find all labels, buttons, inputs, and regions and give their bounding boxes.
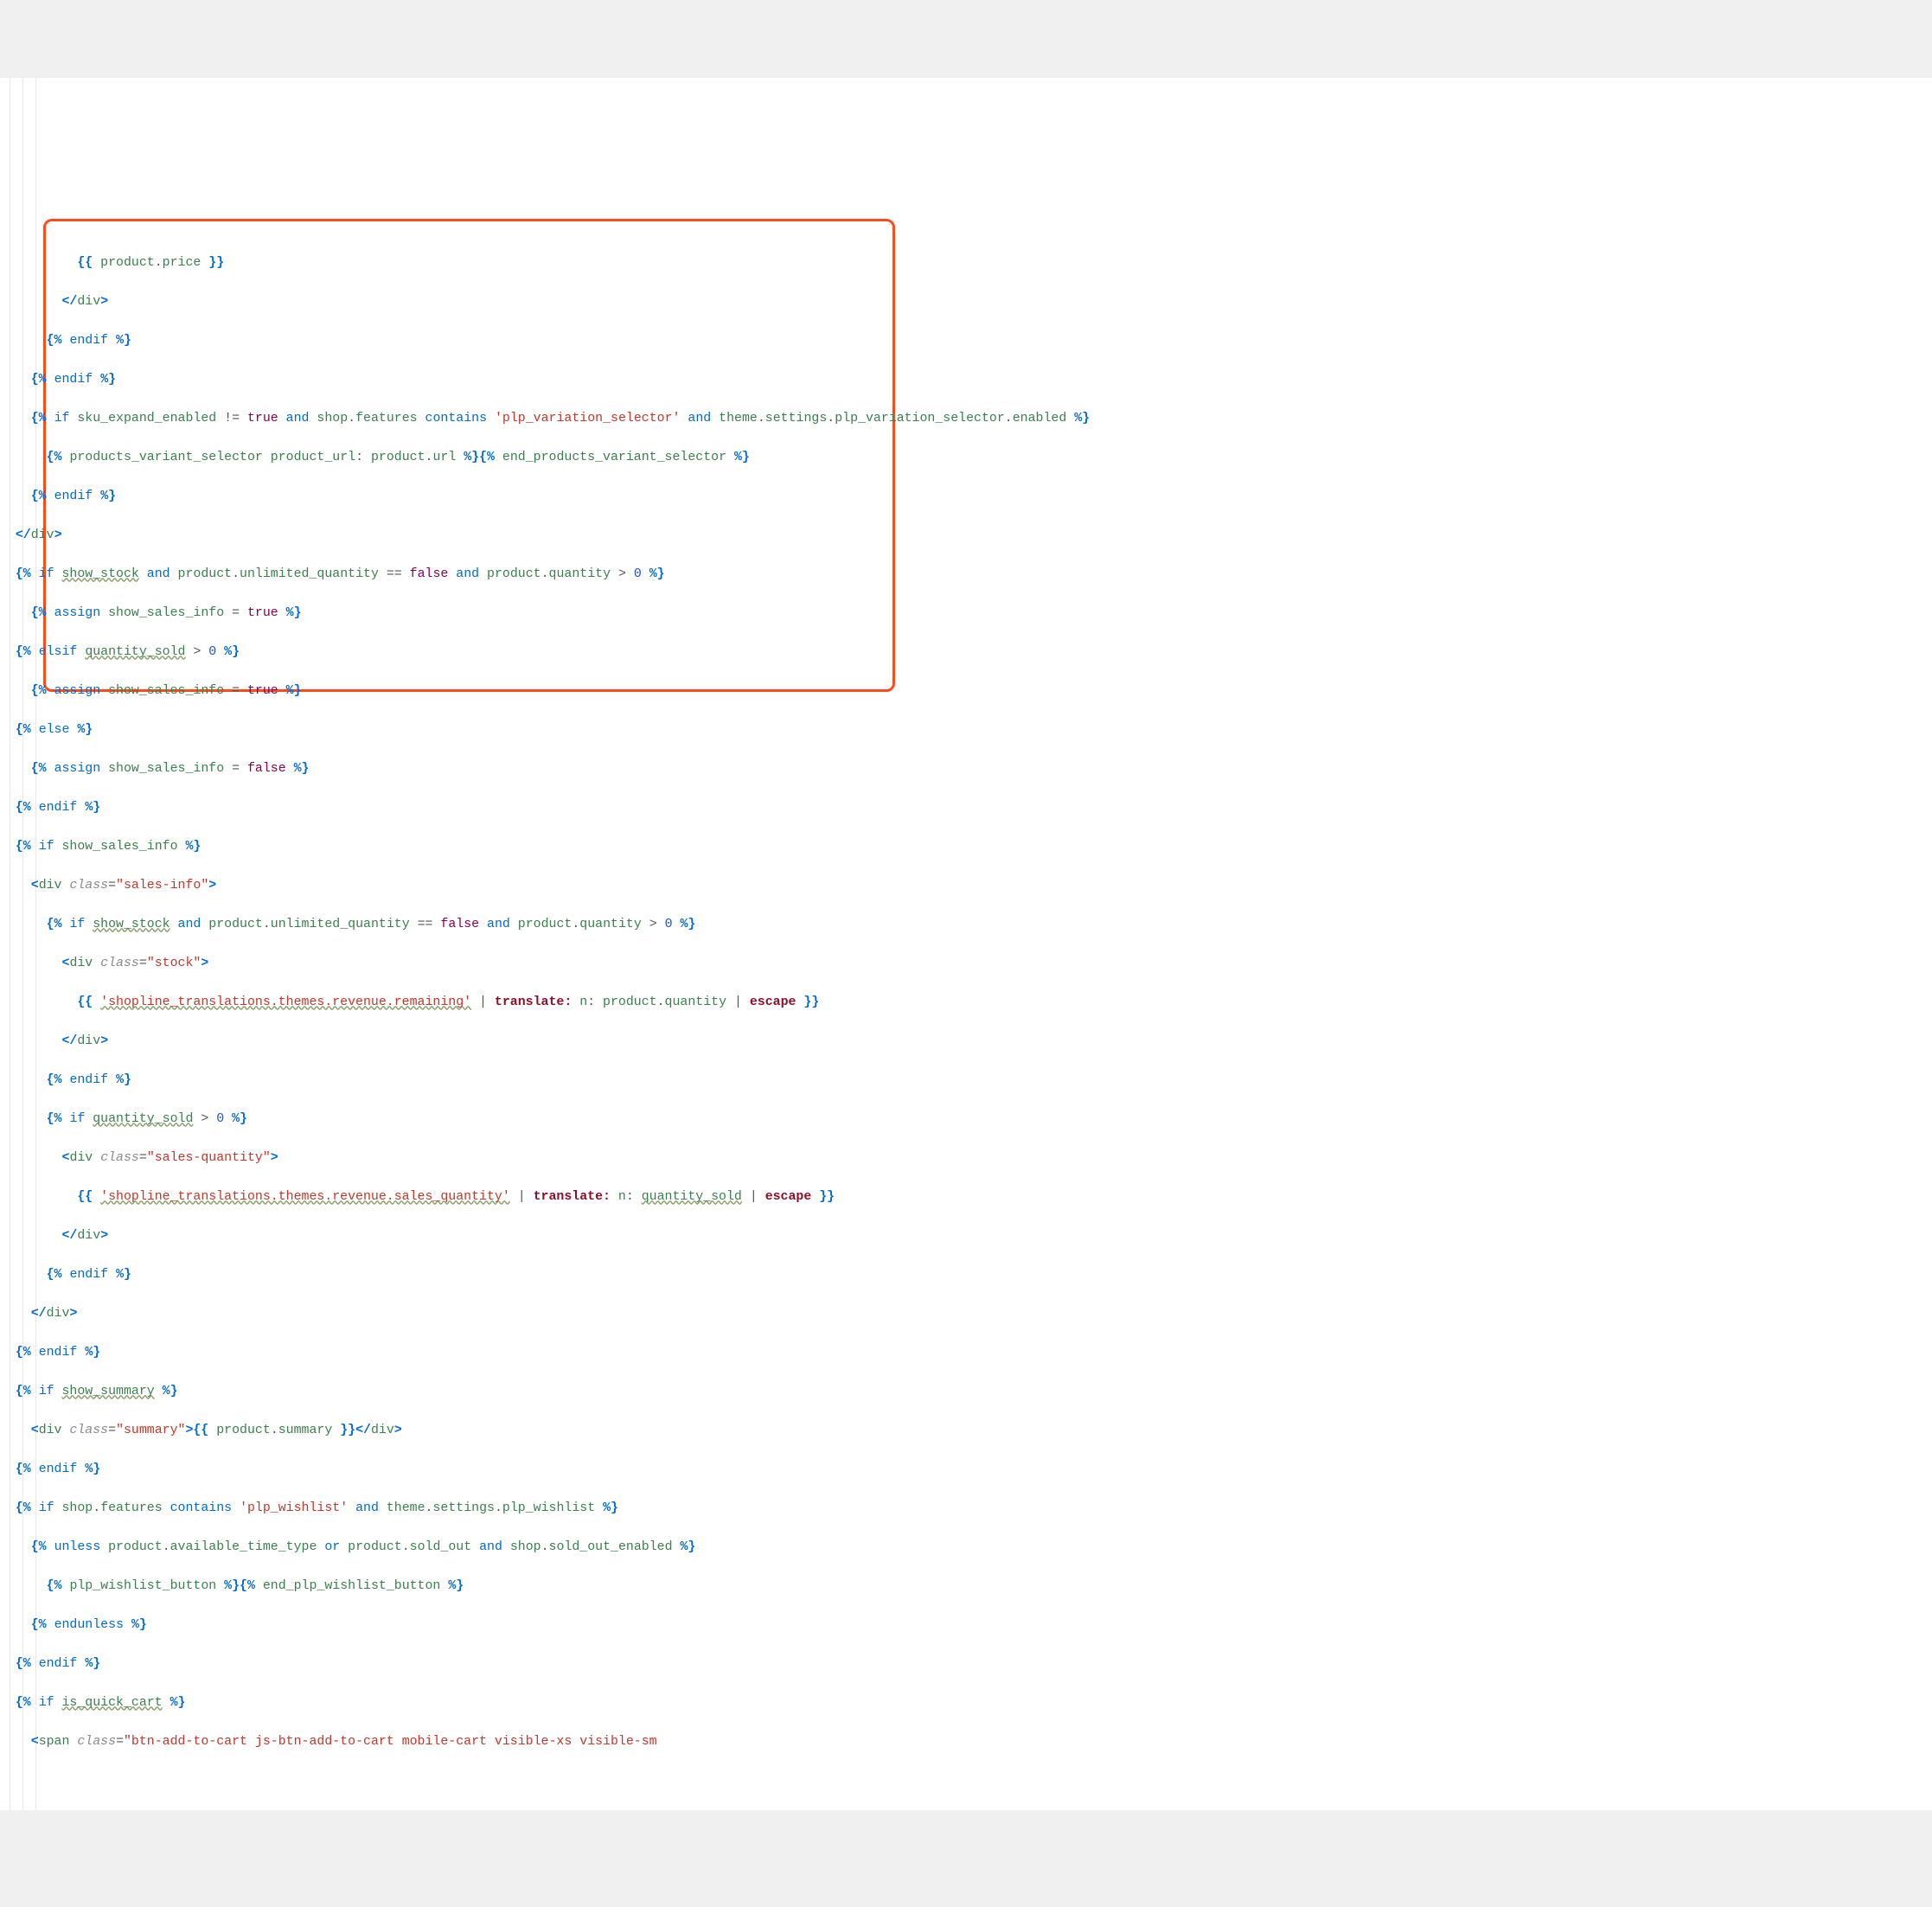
code-line[interactable]: {% endif %} xyxy=(0,1460,1932,1480)
code-line[interactable]: </div> xyxy=(0,1226,1932,1246)
code-line[interactable]: </div> xyxy=(0,1304,1932,1324)
code-line[interactable]: {% unless product.available_time_type or… xyxy=(0,1538,1932,1558)
code-line[interactable]: {% if is_quick_cart %} xyxy=(0,1693,1932,1713)
code-area[interactable]: {{ product.price }} </div> {% endif %} {… xyxy=(0,234,1932,1790)
code-line[interactable]: <div class="sales-info"> xyxy=(0,876,1932,896)
code-line[interactable]: {% if show_sales_info %} xyxy=(0,837,1932,857)
code-line[interactable]: {% endif %} xyxy=(0,370,1932,390)
code-line[interactable]: {% if show_summary %} xyxy=(0,1382,1932,1402)
code-line[interactable]: {% plp_wishlist_button %}{% end_plp_wish… xyxy=(0,1577,1932,1597)
code-line[interactable]: {% if quantity_sold > 0 %} xyxy=(0,1110,1932,1129)
code-line[interactable]: <div class="sales-quantity"> xyxy=(0,1149,1932,1168)
code-line[interactable]: {% assign show_sales_info = true %} xyxy=(0,682,1932,701)
code-line[interactable]: {% if shop.features contains 'plp_wishli… xyxy=(0,1499,1932,1519)
code-line[interactable]: {% endif %} xyxy=(0,487,1932,507)
code-line[interactable]: <div class="summary">{{ product.summary … xyxy=(0,1421,1932,1441)
code-line[interactable]: {{ product.price }} xyxy=(0,253,1932,273)
code-line[interactable]: {% endif %} xyxy=(0,1265,1932,1285)
code-line[interactable]: <div class="stock"> xyxy=(0,954,1932,974)
code-line[interactable]: {% assign show_sales_info = false %} xyxy=(0,759,1932,779)
code-line[interactable]: {% endif %} xyxy=(0,1071,1932,1091)
code-line[interactable]: {% endif %} xyxy=(0,1654,1932,1674)
code-line[interactable]: {% elsif quantity_sold > 0 %} xyxy=(0,643,1932,662)
code-line[interactable]: {% if sku_expand_enabled != true and sho… xyxy=(0,409,1932,429)
code-line[interactable]: </div> xyxy=(0,1032,1932,1052)
code-line[interactable]: </div> xyxy=(0,292,1932,312)
code-line[interactable]: {% endif %} xyxy=(0,1343,1932,1363)
code-line[interactable]: {% if show_stock and product.unlimited_q… xyxy=(0,565,1932,585)
code-line[interactable]: {% endunless %} xyxy=(0,1616,1932,1635)
code-line[interactable]: {{ 'shopline_translations.themes.revenue… xyxy=(0,1187,1932,1207)
code-line[interactable]: </div> xyxy=(0,526,1932,546)
code-line[interactable]: {% if show_stock and product.unlimited_q… xyxy=(0,915,1932,935)
code-line[interactable]: {% else %} xyxy=(0,720,1932,740)
code-editor[interactable]: {{ product.price }} </div> {% endif %} {… xyxy=(0,78,1932,1810)
code-line[interactable]: {% assign show_sales_info = true %} xyxy=(0,604,1932,624)
code-line[interactable]: <span class="btn-add-to-cart js-btn-add-… xyxy=(0,1732,1932,1752)
code-line[interactable]: {% products_variant_selector product_url… xyxy=(0,448,1932,468)
code-line[interactable]: {{ 'shopline_translations.themes.revenue… xyxy=(0,993,1932,1013)
code-line[interactable]: {% endif %} xyxy=(0,798,1932,818)
code-line[interactable]: {% endif %} xyxy=(0,331,1932,351)
